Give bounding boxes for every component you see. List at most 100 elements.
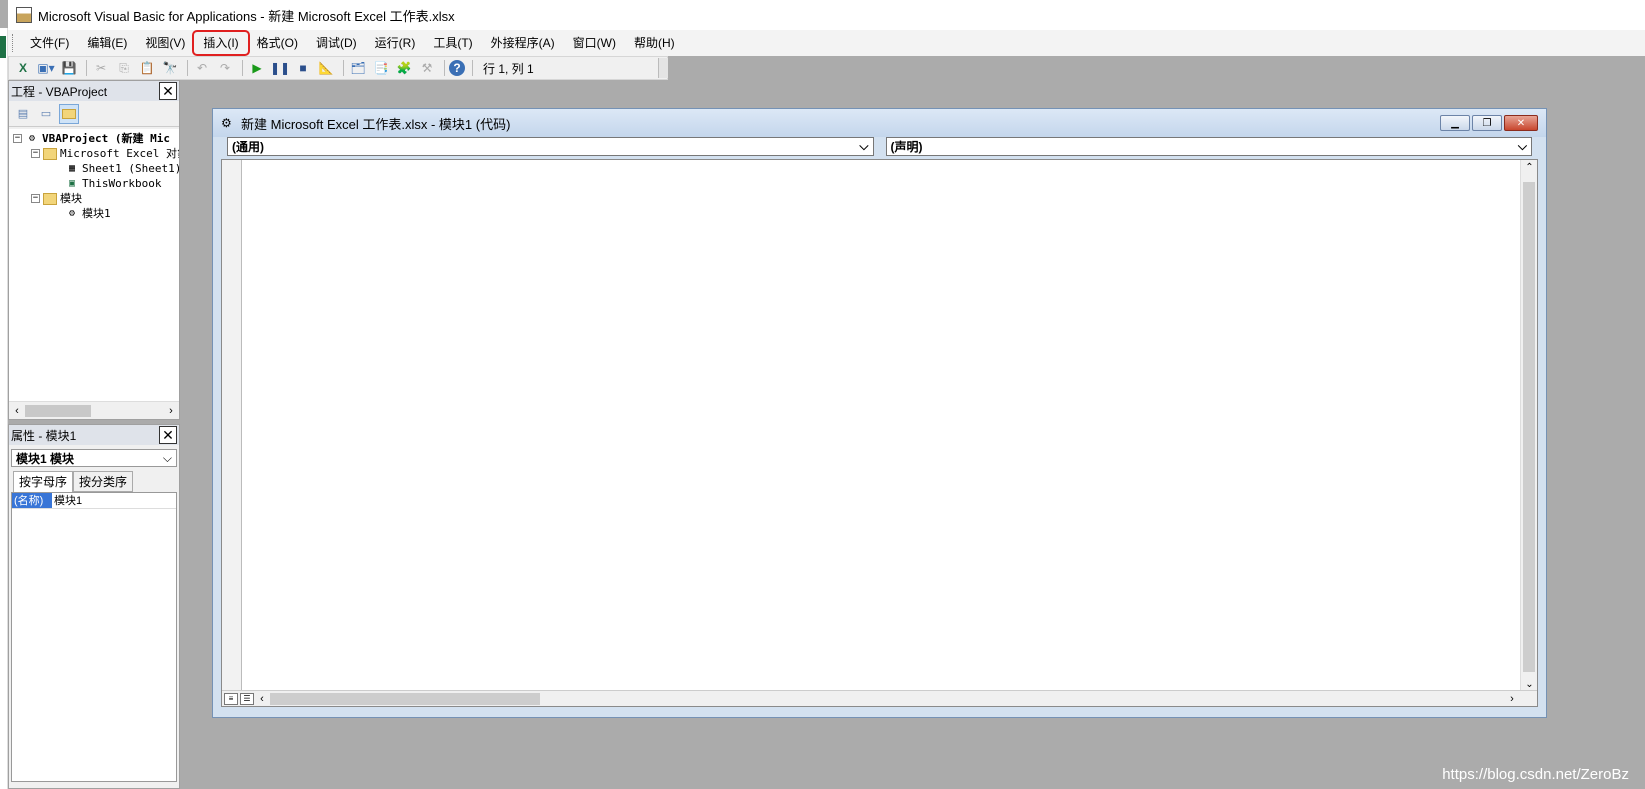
full-module-view-icon[interactable]: ☰ <box>240 692 254 705</box>
scroll-right-icon[interactable]: › <box>1504 693 1520 705</box>
menu-grip[interactable] <box>12 34 15 52</box>
help-icon[interactable]: ? <box>449 60 465 76</box>
view-code-icon[interactable]: ▤ <box>13 104 33 124</box>
scroll-thumb[interactable] <box>1523 182 1535 672</box>
object-browser-icon[interactable]: 🧩 <box>394 58 414 78</box>
paste-icon[interactable]: 📋 <box>137 58 157 78</box>
vbaproject-icon: ⚙ <box>28 133 36 144</box>
project-explorer: 工程 - VBAProject ✕ ▤ ▭ − ⚙ VBAProject (新建… <box>8 80 180 420</box>
object-select[interactable]: 模块1 模块 ⌵ <box>11 449 177 467</box>
undo-icon[interactable]: ↶ <box>192 58 212 78</box>
standard-toolbar: X ▣▾ 💾 ✂ ⎘ 📋 🔭 ↶ ↷ ▶ ❚❚ ■ 📐 🗂 📑 🧩 ⚒ ? 行 … <box>8 56 668 80</box>
tree-node-module1[interactable]: ⚙ 模块1 <box>65 206 111 221</box>
menu-insert[interactable]: 插入(I) <box>192 30 250 56</box>
vba-editor: Microsoft Visual Basic for Applications … <box>0 0 1645 789</box>
pause-icon[interactable]: ❚❚ <box>270 58 290 78</box>
property-name: (名称) <box>12 493 52 508</box>
menu-view[interactable]: 视图(V) <box>136 32 194 54</box>
scroll-up-icon[interactable]: ⌃ <box>1521 162 1538 173</box>
close-icon[interactable]: ✕ <box>159 426 177 444</box>
design-mode-icon[interactable]: 📐 <box>316 58 336 78</box>
chevron-down-icon: ⌵ <box>859 139 869 153</box>
project-explorer-icon[interactable]: 🗂 <box>348 58 368 78</box>
object-combo[interactable]: (通用) ⌵ <box>227 137 874 156</box>
window-controls: ▁ ❐ ✕ <box>1440 115 1538 131</box>
scroll-right-icon[interactable]: › <box>163 405 179 417</box>
procedure-combo[interactable]: (声明) ⌵ <box>885 137 1532 156</box>
folder-icon <box>43 147 57 160</box>
menu-help[interactable]: 帮助(H) <box>625 32 684 54</box>
menu-edit[interactable]: 编辑(E) <box>78 32 136 54</box>
close-icon[interactable]: ✕ <box>159 82 177 100</box>
property-value[interactable]: 模块1 <box>52 493 82 508</box>
cut-icon[interactable]: ✂ <box>91 58 111 78</box>
project-explorer-title: 工程 - VBAProject <box>11 84 108 99</box>
project-tree: − ⚙ VBAProject (新建 Mic − Microsoft Excel… <box>9 129 179 401</box>
collapse-icon[interactable]: − <box>13 134 22 143</box>
cursor-position: 行 1, 列 1 <box>483 61 534 76</box>
minimize-icon[interactable]: ▁ <box>1440 115 1470 131</box>
insert-userform-icon[interactable]: ▣▾ <box>36 58 56 78</box>
scroll-down-icon[interactable]: ⌄ <box>1521 679 1538 690</box>
tree-node-sheet1[interactable]: ▦ Sheet1 (Sheet1) <box>65 161 179 176</box>
scroll-left-icon[interactable]: ‹ <box>254 693 270 705</box>
worksheet-icon: ▦ <box>68 163 76 174</box>
menu-debug[interactable]: 调试(D) <box>307 32 366 54</box>
excel-view-icon[interactable]: X <box>13 58 33 78</box>
restore-icon[interactable]: ❐ <box>1472 115 1502 131</box>
redo-icon[interactable]: ↷ <box>215 58 235 78</box>
code-window-title: 新建 Microsoft Excel 工作表.xlsx - 模块1 (代码) <box>241 116 511 132</box>
collapse-icon[interactable]: − <box>31 194 40 203</box>
menu-tools[interactable]: 工具(T) <box>424 32 481 54</box>
close-icon[interactable]: ✕ <box>1504 115 1538 131</box>
tree-node-modules[interactable]: − 模块 <box>31 191 82 206</box>
menu-file[interactable]: 文件(F) <box>21 32 78 54</box>
tab-categorized[interactable]: 按分类序 <box>73 471 134 492</box>
code-window: ⚙ 新建 Microsoft Excel 工作表.xlsx - 模块1 (代码)… <box>212 108 1547 718</box>
project-hscrollbar[interactable]: ‹ › <box>9 401 179 419</box>
toolbar-overflow[interactable] <box>658 58 668 78</box>
chevron-down-icon: ⌵ <box>162 450 172 465</box>
property-row[interactable]: (名称) 模块1 <box>12 493 176 509</box>
tree-node-excel-objects[interactable]: − Microsoft Excel 对象 <box>31 146 179 161</box>
properties-grid: (名称) 模块1 <box>11 492 177 782</box>
scroll-thumb[interactable] <box>270 692 540 705</box>
menu-window[interactable]: 窗口(W) <box>564 32 625 54</box>
save-icon[interactable]: 💾 <box>59 58 79 78</box>
watermark: https://blog.csdn.net/ZeroBz <box>1442 766 1629 783</box>
vba-app-icon <box>16 7 32 23</box>
window-title: Microsoft Visual Basic for Applications … <box>38 8 455 24</box>
procedure-view-icon[interactable]: ≡ <box>224 692 238 705</box>
menu-run[interactable]: 运行(R) <box>366 32 425 54</box>
properties-window-icon[interactable]: 📑 <box>371 58 391 78</box>
menu-addins[interactable]: 外接程序(A) <box>482 32 564 54</box>
margin-indicator-bar[interactable] <box>222 160 242 692</box>
menu-format[interactable]: 格式(O) <box>248 32 307 54</box>
project-explorer-title-bar: 工程 - VBAProject ✕ <box>9 81 179 101</box>
code-editor[interactable]: ⌃ ⌄ ≡ ☰ ‹ › <box>221 159 1538 707</box>
menu-bar: 文件(F) 编辑(E) 视图(V) 插入(I) 格式(O) 调试(D) 运行(R… <box>8 30 1645 56</box>
tree-node-thisworkbook[interactable]: ▣ ThisWorkbook <box>65 176 162 191</box>
toolbox-icon[interactable]: ⚒ <box>417 58 437 78</box>
code-window-title-bar: ⚙ 新建 Microsoft Excel 工作表.xlsx - 模块1 (代码) <box>213 109 1546 137</box>
run-icon[interactable]: ▶ <box>247 58 267 78</box>
scroll-left-icon[interactable]: ‹ <box>9 405 25 417</box>
folder-icon <box>43 192 57 205</box>
tree-node-vbaproject[interactable]: − ⚙ VBAProject (新建 Mic <box>13 131 170 146</box>
copy-icon[interactable]: ⎘ <box>114 58 134 78</box>
scroll-thumb[interactable] <box>25 404 91 417</box>
properties-title-bar: 属性 - 模块1 ✕ <box>9 425 179 445</box>
excel-background-strip <box>0 28 8 789</box>
chevron-down-icon: ⌵ <box>1517 139 1527 153</box>
stop-icon[interactable]: ■ <box>293 58 313 78</box>
title-bar: Microsoft Visual Basic for Applications … <box>8 0 1645 30</box>
view-object-icon[interactable]: ▭ <box>36 104 56 124</box>
find-icon[interactable]: 🔭 <box>160 58 180 78</box>
code-hscrollbar[interactable]: ≡ ☰ ‹ › <box>222 690 1537 706</box>
toggle-folders-icon[interactable] <box>59 103 79 124</box>
properties-title: 属性 - 模块1 <box>11 428 77 443</box>
code-vscrollbar[interactable]: ⌃ ⌄ <box>1520 160 1537 692</box>
collapse-icon[interactable]: − <box>31 149 40 158</box>
code-combos: (通用) ⌵ (声明) ⌵ <box>227 137 1532 157</box>
tab-alphabetic[interactable]: 按字母序 <box>13 471 74 492</box>
